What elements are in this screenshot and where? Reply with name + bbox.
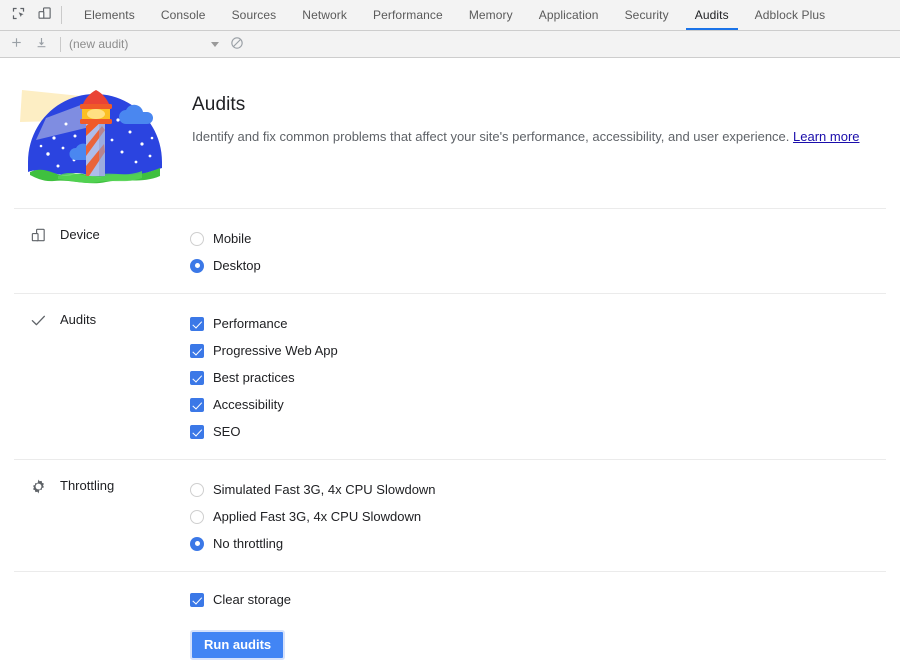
option-label: Accessibility bbox=[213, 396, 284, 412]
option-label: Simulated Fast 3G, 4x CPU Slowdown bbox=[213, 481, 436, 497]
audits-hero: Audits Identify and fix common problems … bbox=[0, 58, 900, 208]
device-section: Device Mobile Desktop bbox=[0, 209, 900, 293]
tab-label: Application bbox=[538, 8, 599, 22]
tab-security[interactable]: Security bbox=[612, 0, 682, 30]
checkbox-accessibility[interactable]: Accessibility bbox=[190, 391, 886, 418]
download-icon bbox=[35, 36, 48, 52]
tab-audits[interactable]: Audits bbox=[682, 0, 742, 30]
audits-hero-text: Audits Identify and fix common problems … bbox=[176, 80, 860, 145]
radio-applied-fast-3g[interactable]: Applied Fast 3G, 4x CPU Slowdown bbox=[190, 503, 886, 530]
plus-icon bbox=[10, 36, 23, 52]
chevron-down-icon bbox=[211, 41, 219, 47]
tab-sources[interactable]: Sources bbox=[219, 0, 290, 30]
tab-label: Performance bbox=[373, 8, 443, 22]
lighthouse-illustration bbox=[14, 80, 176, 190]
clear-circle-slash-icon bbox=[230, 36, 244, 53]
page-description-text: Identify and fix common problems that af… bbox=[192, 129, 790, 144]
device-section-head: Device bbox=[14, 225, 190, 279]
tab-label: Console bbox=[160, 8, 206, 22]
device-options: Mobile Desktop bbox=[190, 225, 886, 279]
checkbox-icon-checked bbox=[190, 424, 204, 439]
device-toolbar-icon bbox=[37, 6, 52, 24]
radio-device-desktop[interactable]: Desktop bbox=[190, 252, 886, 279]
audits-section: Audits Performance Progressive Web App B… bbox=[0, 294, 900, 459]
toolbar-separator bbox=[60, 36, 61, 52]
clear-audits-button[interactable] bbox=[224, 33, 249, 56]
audit-select[interactable]: (new audit) bbox=[68, 34, 224, 55]
footer-controls: Clear storage Run audits bbox=[190, 586, 291, 660]
page-description: Identify and fix common problems that af… bbox=[192, 128, 860, 145]
tab-label: Adblock Plus bbox=[754, 8, 826, 22]
checkbox-icon-checked bbox=[190, 343, 204, 358]
tab-console[interactable]: Console bbox=[148, 0, 219, 30]
checkbox-icon-checked bbox=[190, 397, 204, 412]
learn-more-link[interactable]: Learn more bbox=[793, 129, 859, 144]
checkbox-best-practices[interactable]: Best practices bbox=[190, 364, 886, 391]
device-section-title: Device bbox=[60, 227, 100, 242]
devtools-tabbar: Elements Console Sources Network Perform… bbox=[0, 0, 900, 31]
checkmark-icon bbox=[28, 310, 48, 330]
audits-section-title: Audits bbox=[60, 312, 97, 327]
option-label: Best practices bbox=[213, 369, 295, 385]
checkbox-performance[interactable]: Performance bbox=[190, 310, 886, 337]
radio-icon bbox=[190, 482, 204, 497]
inspect-element-button[interactable] bbox=[5, 2, 31, 28]
option-label: Performance bbox=[213, 315, 288, 331]
throttling-section: Throttling Simulated Fast 3G, 4x CPU Slo… bbox=[0, 460, 900, 571]
radio-device-mobile[interactable]: Mobile bbox=[190, 225, 886, 252]
option-label: Desktop bbox=[213, 257, 261, 273]
tab-adblock-plus[interactable]: Adblock Plus bbox=[742, 0, 839, 30]
tab-label: Sources bbox=[231, 8, 277, 22]
tab-performance[interactable]: Performance bbox=[360, 0, 456, 30]
audit-toolbar: (new audit) bbox=[0, 31, 900, 58]
checkbox-seo[interactable]: SEO bbox=[190, 418, 886, 445]
option-label: Applied Fast 3G, 4x CPU Slowdown bbox=[213, 508, 422, 524]
throttling-section-title: Throttling bbox=[60, 478, 115, 493]
radio-no-throttling[interactable]: No throttling bbox=[190, 530, 886, 557]
radio-icon bbox=[190, 231, 204, 246]
option-label: Mobile bbox=[213, 230, 252, 246]
tab-label: Network bbox=[302, 8, 348, 22]
run-audits-button[interactable]: Run audits bbox=[190, 630, 286, 660]
option-label: Progressive Web App bbox=[213, 342, 338, 358]
import-audit-button[interactable] bbox=[29, 33, 54, 56]
new-audit-button[interactable] bbox=[4, 33, 29, 56]
footer-spacer bbox=[14, 586, 190, 660]
checkbox-icon-checked bbox=[190, 370, 204, 385]
tabbar-icon-group bbox=[0, 0, 71, 30]
audits-panel: Audits Identify and fix common problems … bbox=[0, 58, 900, 670]
audit-select-value: (new audit) bbox=[69, 37, 129, 51]
option-label: No throttling bbox=[213, 535, 284, 551]
tab-label: Elements bbox=[84, 8, 135, 22]
throttling-options: Simulated Fast 3G, 4x CPU Slowdown Appli… bbox=[190, 476, 886, 557]
tabbar-separator bbox=[61, 6, 62, 24]
tab-elements[interactable]: Elements bbox=[71, 0, 148, 30]
tab-application[interactable]: Application bbox=[526, 0, 612, 30]
tab-memory[interactable]: Memory bbox=[456, 0, 526, 30]
tab-label: Memory bbox=[468, 8, 513, 22]
throttling-section-head: Throttling bbox=[14, 476, 190, 557]
tab-list: Elements Console Sources Network Perform… bbox=[71, 0, 838, 30]
checkbox-clear-storage[interactable]: Clear storage bbox=[190, 586, 291, 613]
tab-network[interactable]: Network bbox=[289, 0, 360, 30]
tab-label: Security bbox=[624, 8, 669, 22]
device-icon bbox=[28, 225, 48, 245]
radio-icon-selected bbox=[190, 536, 204, 551]
audits-options: Performance Progressive Web App Best pra… bbox=[190, 310, 886, 445]
option-label: SEO bbox=[213, 423, 241, 439]
checkbox-icon-checked bbox=[190, 592, 204, 607]
page-title: Audits bbox=[192, 94, 246, 115]
audits-section-head: Audits bbox=[14, 310, 190, 445]
audits-footer: Clear storage Run audits bbox=[0, 572, 900, 670]
radio-simulated-fast-3g[interactable]: Simulated Fast 3G, 4x CPU Slowdown bbox=[190, 476, 886, 503]
checkbox-icon-checked bbox=[190, 316, 204, 331]
radio-icon bbox=[190, 509, 204, 524]
tab-label: Audits bbox=[694, 8, 729, 22]
inspect-cursor-icon bbox=[11, 6, 26, 24]
radio-icon-selected bbox=[190, 258, 204, 273]
gear-icon bbox=[28, 476, 48, 496]
option-label: Clear storage bbox=[213, 591, 292, 607]
toggle-device-toolbar-button[interactable] bbox=[31, 2, 57, 28]
checkbox-progressive-web-app[interactable]: Progressive Web App bbox=[190, 337, 886, 364]
